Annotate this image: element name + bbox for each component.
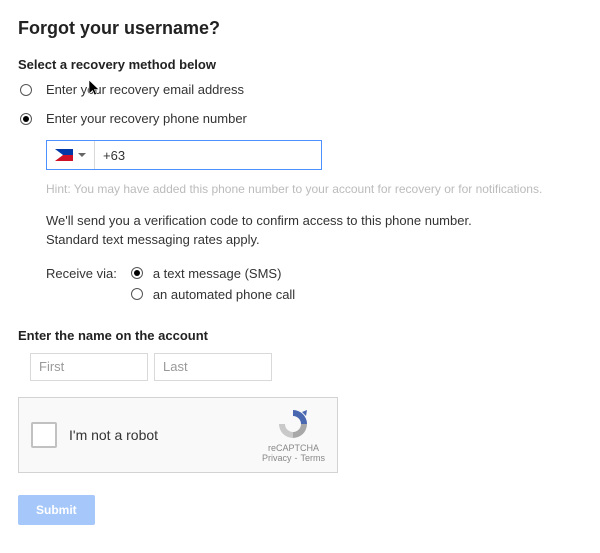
- phone-input[interactable]: [95, 141, 321, 169]
- recaptcha-widget: I'm not a robot reCAPTCHA Privacy - Term…: [18, 397, 338, 473]
- chevron-down-icon: [78, 153, 86, 157]
- recovery-option-phone[interactable]: Enter your recovery phone number: [20, 111, 582, 126]
- radio-icon[interactable]: [20, 113, 32, 125]
- account-name-label: Enter the name on the account: [18, 328, 582, 343]
- recaptcha-privacy-link[interactable]: Privacy: [262, 453, 292, 463]
- receive-option-sms-label: a text message (SMS): [153, 266, 282, 281]
- page-title: Forgot your username?: [18, 18, 582, 39]
- radio-icon[interactable]: [131, 267, 143, 279]
- recaptcha-label: I'm not a robot: [69, 427, 250, 443]
- recovery-option-email-label: Enter your recovery email address: [46, 82, 244, 97]
- receive-option-call-label: an automated phone call: [153, 287, 295, 302]
- submit-button[interactable]: Submit: [18, 495, 95, 525]
- radio-icon[interactable]: [131, 288, 143, 300]
- recaptcha-checkbox[interactable]: [31, 422, 57, 448]
- recovery-method-label: Select a recovery method below: [18, 57, 582, 72]
- last-name-input[interactable]: [154, 353, 272, 381]
- first-name-input[interactable]: [30, 353, 148, 381]
- recovery-option-phone-label: Enter your recovery phone number: [46, 111, 247, 126]
- country-picker[interactable]: [47, 141, 95, 169]
- receive-via-label: Receive via:: [46, 266, 117, 281]
- flag-icon: [55, 149, 73, 161]
- radio-icon[interactable]: [20, 84, 32, 96]
- receive-option-call[interactable]: an automated phone call: [131, 287, 295, 302]
- verification-info: We'll send you a verification code to co…: [46, 212, 582, 250]
- verification-info-line2: Standard text messaging rates apply.: [46, 232, 260, 247]
- verification-info-line1: We'll send you a verification code to co…: [46, 213, 472, 228]
- recaptcha-icon: [276, 407, 310, 441]
- phone-hint: Hint: You may have added this phone numb…: [46, 182, 582, 196]
- phone-input-group: [46, 140, 322, 170]
- recaptcha-terms-link[interactable]: Terms: [301, 453, 326, 463]
- recaptcha-brand-text: reCAPTCHA: [268, 443, 319, 453]
- recovery-option-email[interactable]: Enter your recovery email address: [20, 82, 582, 97]
- receive-option-sms[interactable]: a text message (SMS): [131, 266, 295, 281]
